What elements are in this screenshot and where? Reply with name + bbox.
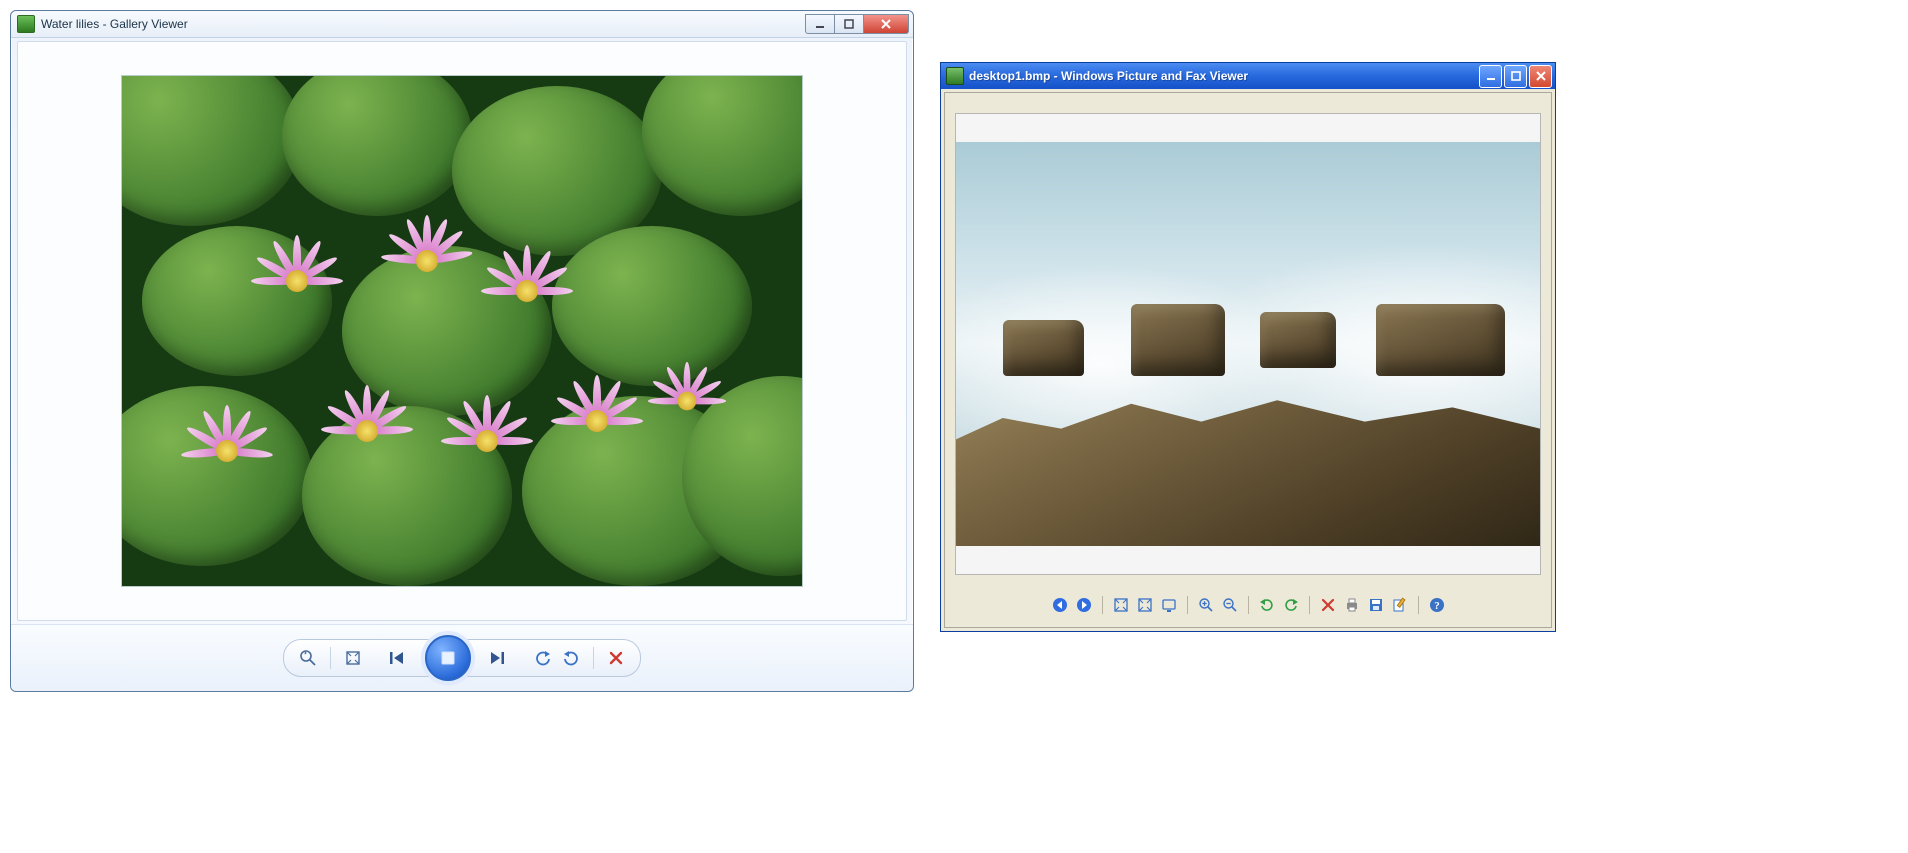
gallery-toolbar-pill (283, 639, 641, 677)
gallery-app-icon (17, 15, 35, 33)
slideshow-button[interactable] (1159, 595, 1179, 615)
gallery-window-controls (805, 14, 909, 34)
gallery-nav-cluster (381, 635, 515, 681)
xp-image (956, 142, 1540, 546)
gallery-image-viewport (17, 41, 907, 621)
xp-client-area: ? (944, 92, 1552, 628)
previous-button[interactable] (381, 645, 415, 671)
next-button[interactable] (1074, 595, 1094, 615)
next-button[interactable] (481, 645, 515, 671)
fit-window-button[interactable] (339, 645, 367, 671)
rotate-cw-button[interactable] (557, 645, 585, 671)
xp-app-icon (946, 67, 964, 85)
zoom-out-button[interactable] (1220, 595, 1240, 615)
xp-titlebar[interactable]: desktop1.bmp - Windows Picture and Fax V… (941, 63, 1555, 89)
close-button[interactable] (1529, 65, 1552, 88)
gallery-toolbar (11, 624, 913, 691)
delete-button[interactable] (602, 645, 630, 671)
actual-size-button[interactable] (1135, 595, 1155, 615)
minimize-button[interactable] (1479, 65, 1502, 88)
gallery-image (122, 76, 802, 586)
rotate-cw-button[interactable] (1257, 595, 1277, 615)
play-slideshow-button[interactable] (425, 635, 471, 681)
xp-title: desktop1.bmp - Windows Picture and Fax V… (969, 69, 1477, 83)
rotate-ccw-button[interactable] (1281, 595, 1301, 615)
maximize-button[interactable] (835, 14, 864, 34)
gallery-titlebar[interactable]: Water lilies - Gallery Viewer (11, 11, 913, 38)
zoom-button[interactable] (294, 645, 322, 671)
xp-image-viewport (955, 113, 1541, 575)
rotate-ccw-button[interactable] (529, 645, 557, 671)
close-button[interactable] (864, 14, 909, 34)
maximize-button[interactable] (1504, 65, 1527, 88)
delete-button[interactable] (1318, 595, 1338, 615)
gallery-title: Water lilies - Gallery Viewer (41, 17, 805, 31)
save-button[interactable] (1366, 595, 1386, 615)
gallery-viewer-window: Water lilies - Gallery Viewer (10, 10, 914, 692)
minimize-button[interactable] (805, 14, 835, 34)
svg-text:?: ? (1434, 600, 1440, 612)
best-fit-button[interactable] (1111, 595, 1131, 615)
edit-button[interactable] (1390, 595, 1410, 615)
help-button[interactable]: ? (1427, 595, 1447, 615)
previous-button[interactable] (1050, 595, 1070, 615)
xp-toolbar: ? (945, 583, 1551, 627)
zoom-in-button[interactable] (1196, 595, 1216, 615)
print-button[interactable] (1342, 595, 1362, 615)
xp-viewer-window: desktop1.bmp - Windows Picture and Fax V… (940, 62, 1556, 632)
